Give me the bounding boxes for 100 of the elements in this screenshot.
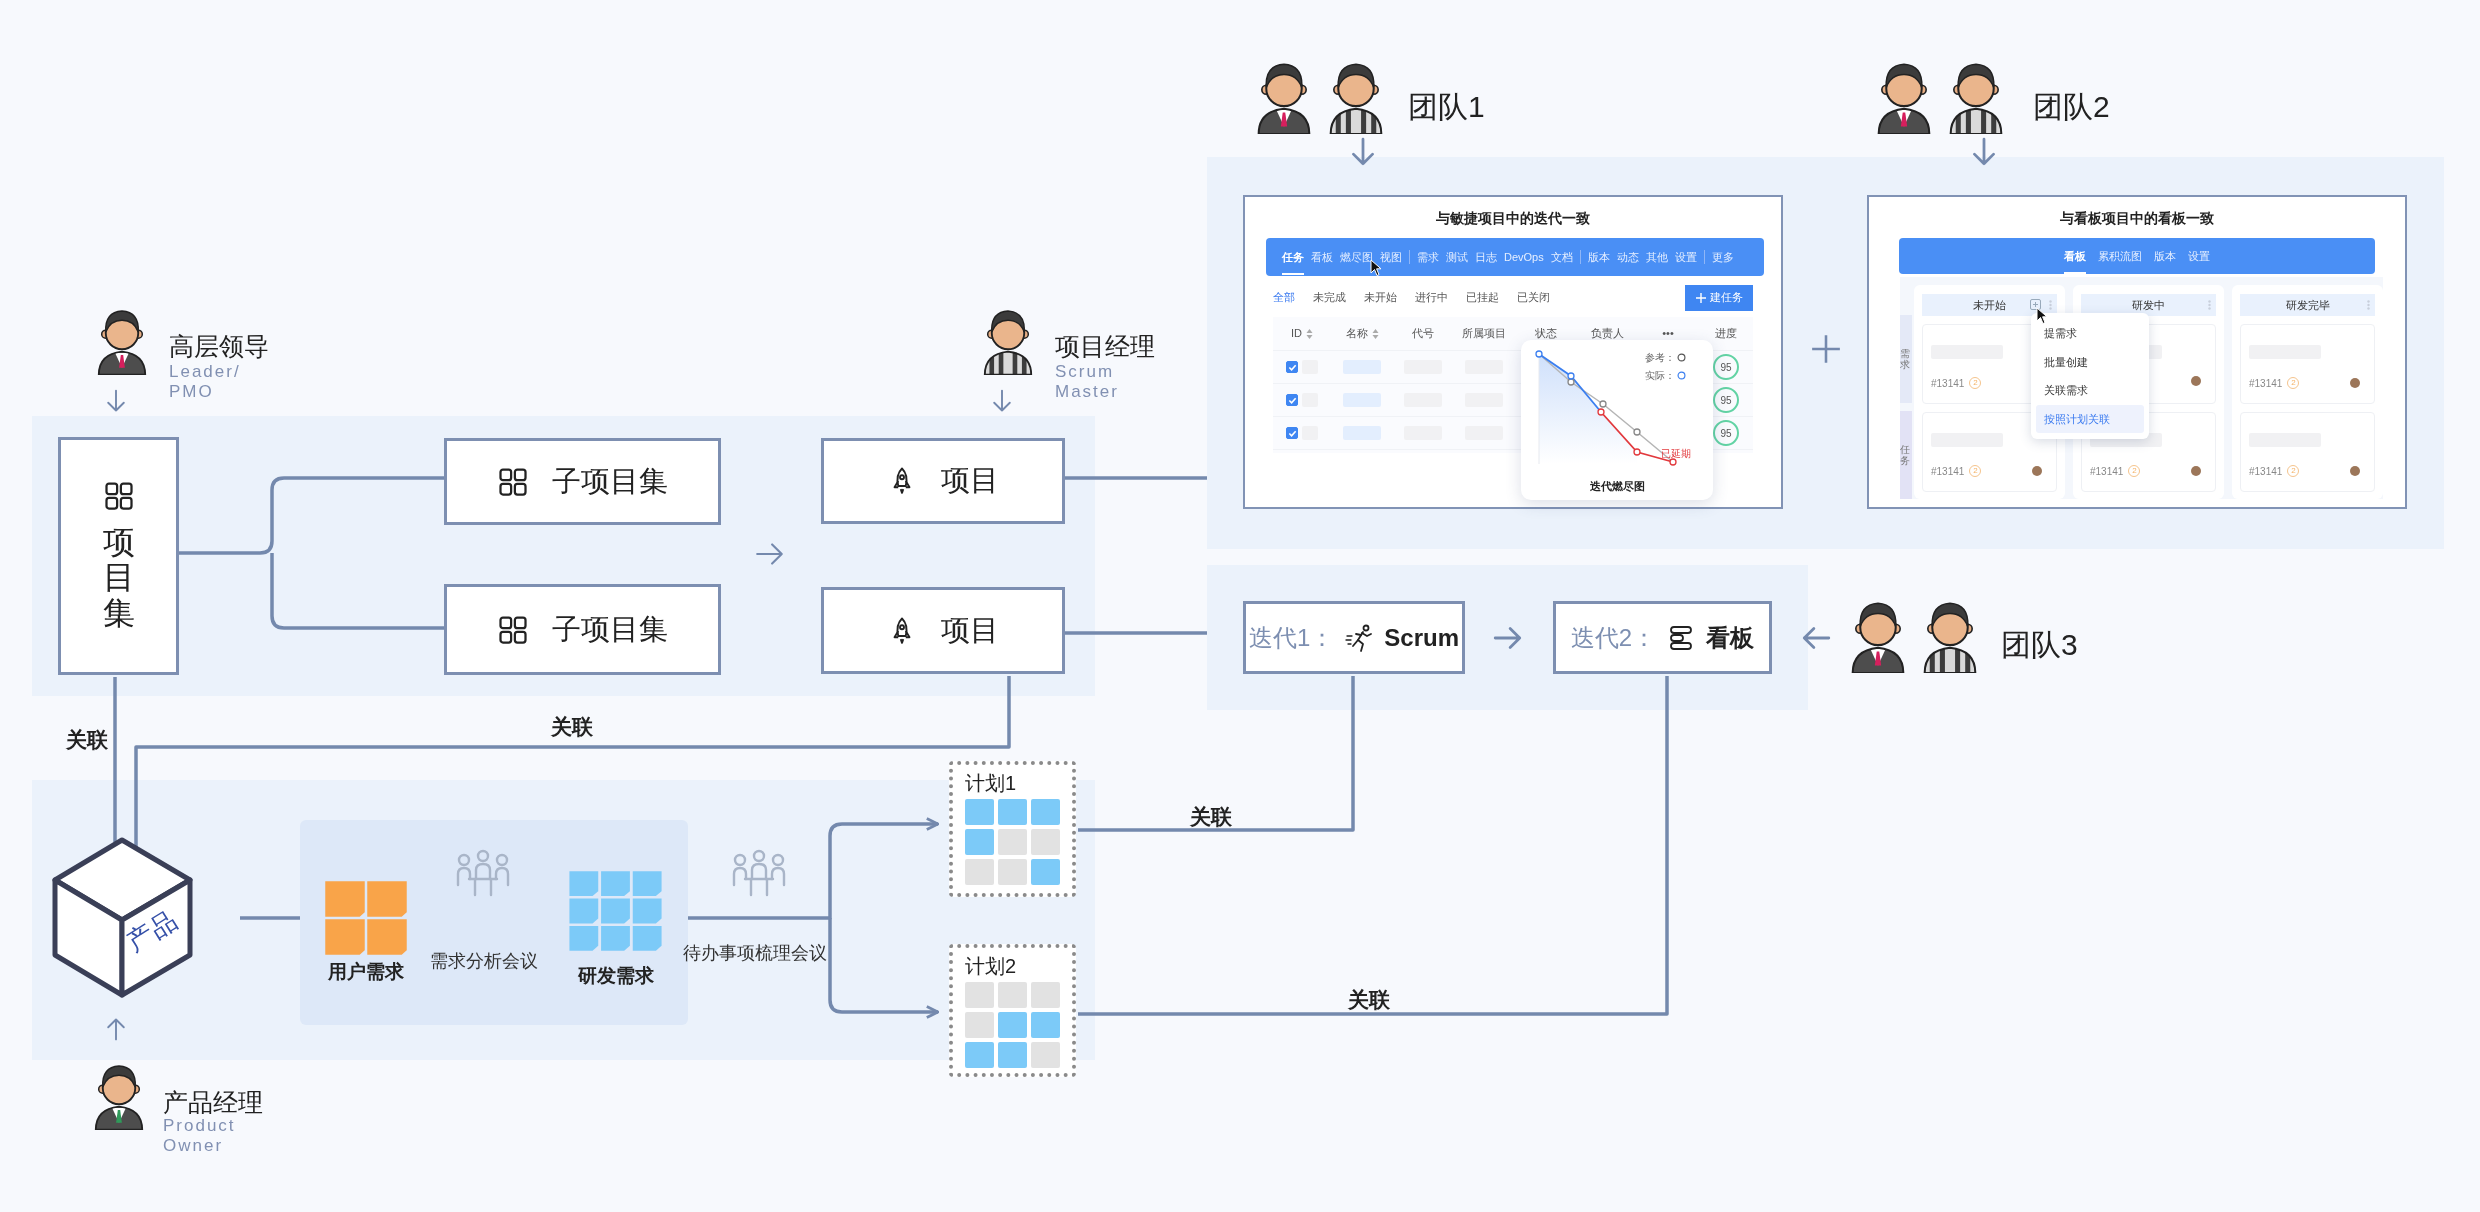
checkbox[interactable] (1286, 361, 1298, 373)
tab[interactable]: DevOps (1504, 238, 1544, 276)
lane-label: 需求 (1900, 315, 1912, 403)
tab[interactable]: 设置 (1674, 238, 1697, 276)
plus-icon (1810, 333, 1842, 365)
tab[interactable]: 动态 (1616, 238, 1639, 276)
data-point (1535, 350, 1543, 358)
tab[interactable]: 更多 (1711, 238, 1734, 276)
project-label: 项目 (941, 463, 999, 499)
tab[interactable]: 其他 (1645, 238, 1668, 276)
tab[interactable]: 设置 (2188, 237, 2210, 275)
tab[interactable]: 日志 (1475, 238, 1497, 276)
sort-icon (1306, 327, 1313, 340)
more-icon[interactable] (2208, 300, 2211, 310)
column-header: 所属项目 (1462, 326, 1506, 342)
card-id: #13141 (2249, 464, 2283, 479)
new-task-button[interactable]: 建任务 (1685, 284, 1753, 311)
sub-program-label: 子项目集 (551, 611, 668, 647)
avatar-icon (2032, 466, 2042, 476)
tab[interactable]: 需求 (1417, 238, 1439, 276)
plan-label: 计划1 (965, 771, 1018, 795)
card-id: #13141 (1931, 376, 1965, 391)
team-label: 团队1 (1408, 89, 1485, 125)
role-title: 项目经理 (1055, 331, 1155, 362)
tab[interactable]: 看板 (2064, 237, 2086, 275)
avatar-icon (2350, 378, 2360, 388)
column-title: 未开始 (1973, 297, 2006, 313)
product-label: 产品 (120, 903, 183, 960)
link-label: 关联 (1190, 804, 1232, 830)
role-title: 产品经理 (163, 1087, 263, 1118)
legend-marker-icon (1677, 353, 1686, 362)
tab[interactable]: 视图 (1380, 238, 1402, 276)
team-label: 团队2 (2033, 89, 2110, 125)
sub-program-label: 子项目集 (551, 463, 668, 499)
link-label: 关联 (551, 714, 593, 740)
sort-icon (1371, 327, 1379, 340)
menu-item[interactable]: 按照计划关联 (2036, 404, 2144, 433)
menu-item[interactable]: 批量创建 (2036, 347, 2144, 376)
legend-label: 参考： (1645, 351, 1675, 365)
legend-marker-icon (1677, 371, 1686, 380)
column-header: ••• (1662, 326, 1674, 342)
card-id: #13141 (2249, 376, 2283, 391)
column-header: 代号 (1412, 326, 1434, 342)
plus-icon (1695, 292, 1706, 303)
role-subtitle: Scrum Master (1055, 362, 1119, 402)
filter-tab[interactable]: 进行中 (1415, 289, 1448, 306)
tab[interactable]: 版本 (1587, 238, 1610, 276)
menu-item[interactable]: 关联需求 (2036, 376, 2144, 405)
avatar-icon (2191, 375, 2201, 386)
add-icon[interactable] (2030, 299, 2041, 310)
checkbox[interactable] (1286, 427, 1298, 439)
iteration-name: Scrum (1384, 622, 1460, 653)
tab[interactable]: 任务 (1282, 238, 1304, 276)
tab[interactable]: 累积流图 (2098, 237, 2142, 275)
column-header: 名称 (1345, 326, 1368, 342)
meeting-label: 需求分析会议 (430, 950, 538, 973)
column-title: 研发中 (2132, 297, 2165, 313)
data-point (1669, 458, 1677, 466)
grid-icon (497, 466, 528, 497)
column-header: 进度 (1715, 326, 1737, 342)
filter-tab[interactable]: 已关闭 (1517, 289, 1550, 306)
filter-tab[interactable]: 未完成 (1313, 289, 1346, 306)
card-id: #13141 (1931, 464, 1965, 479)
iteration-name: 看板 (1706, 622, 1755, 653)
filter-tab[interactable]: 已挂起 (1466, 289, 1499, 306)
column-header: 负责人 (1590, 326, 1624, 342)
iteration-label: 迭代1： (1248, 622, 1335, 653)
overdue-label: 已延期 (1661, 447, 1691, 461)
filter-tab[interactable]: 未开始 (1364, 289, 1397, 306)
cursor-icon (1370, 259, 1382, 277)
link-label: 关联 (1348, 987, 1390, 1013)
requirement-label: 用户需求 (327, 960, 405, 984)
requirement-label: 研发需求 (577, 964, 655, 988)
checkbox[interactable] (1286, 394, 1298, 406)
meeting-label: 待办事项梳理会议 (683, 942, 827, 965)
lane-label: 任务 (1900, 411, 1912, 499)
more-icon[interactable] (2367, 300, 2370, 310)
card-id: #13141 (2090, 464, 2124, 479)
data-point (1633, 448, 1641, 456)
grid-icon (497, 614, 528, 645)
runner-icon (1344, 622, 1375, 653)
tab[interactable]: 文档 (1550, 238, 1573, 276)
iteration-label: 迭代2： (1570, 622, 1657, 653)
chart-title: 迭代燃尽图 (1588, 479, 1646, 494)
tab[interactable]: 测试 (1446, 238, 1468, 276)
menu-item[interactable]: 提需求 (2036, 319, 2144, 348)
link-label: 关联 (66, 727, 108, 753)
tab[interactable]: 版本 (2154, 237, 2176, 275)
more-icon[interactable] (2049, 300, 2052, 310)
connector-line (240, 916, 300, 920)
column-header: 状态 (1535, 326, 1557, 342)
role-subtitle: Leader/ PMO (169, 362, 241, 402)
grid-icon (103, 481, 134, 512)
tab[interactable]: 看板 (1311, 238, 1333, 276)
role-subtitle: Product Owner (163, 1116, 236, 1156)
legend-label: 实际： (1645, 369, 1675, 383)
program-label: 项目集 (102, 525, 135, 631)
filter-tab[interactable]: 全部 (1273, 289, 1295, 306)
data-point (1633, 428, 1641, 436)
avatar-icon (2191, 466, 2201, 476)
